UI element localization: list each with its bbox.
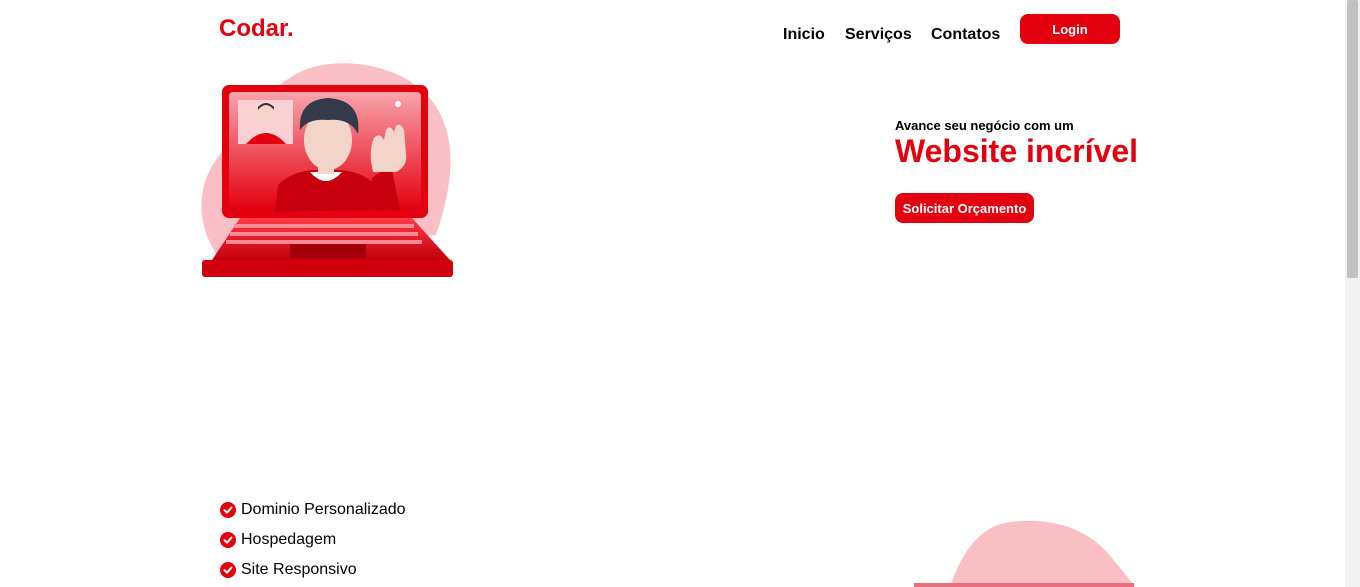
logo[interactable]: Codar.	[219, 15, 294, 43]
list-item: Site Responsivo	[220, 555, 406, 585]
feature-list: Dominio Personalizado Hospedagem Site Re…	[220, 495, 406, 585]
check-circle-icon	[220, 532, 236, 548]
hero-headline: Website incrível	[895, 133, 1139, 169]
scrollbar-thumb[interactable]	[1347, 0, 1358, 278]
feature-label: Dominio Personalizado	[241, 501, 406, 518]
nav-link-contatos[interactable]: Contatos	[931, 26, 1000, 44]
hero-tagline: Avance seu negócio com um	[895, 118, 1074, 133]
feature-label: Hospedagem	[241, 531, 337, 548]
video-call-laptop-illustration	[201, 63, 453, 277]
check-circle-icon	[220, 502, 236, 518]
decorative-blob	[914, 520, 1135, 587]
list-item: Hospedagem	[220, 525, 406, 555]
check-circle-icon	[220, 562, 236, 578]
login-button[interactable]: Login	[1020, 14, 1120, 44]
nav-link-inicio[interactable]: Inicio	[783, 26, 825, 44]
request-quote-button[interactable]: Solicitar Orçamento	[895, 193, 1034, 223]
feature-label: Site Responsivo	[241, 561, 357, 578]
list-item: Dominio Personalizado	[220, 495, 406, 525]
scrollbar[interactable]	[1345, 0, 1360, 587]
nav-link-servicos[interactable]: Serviços	[845, 26, 912, 44]
